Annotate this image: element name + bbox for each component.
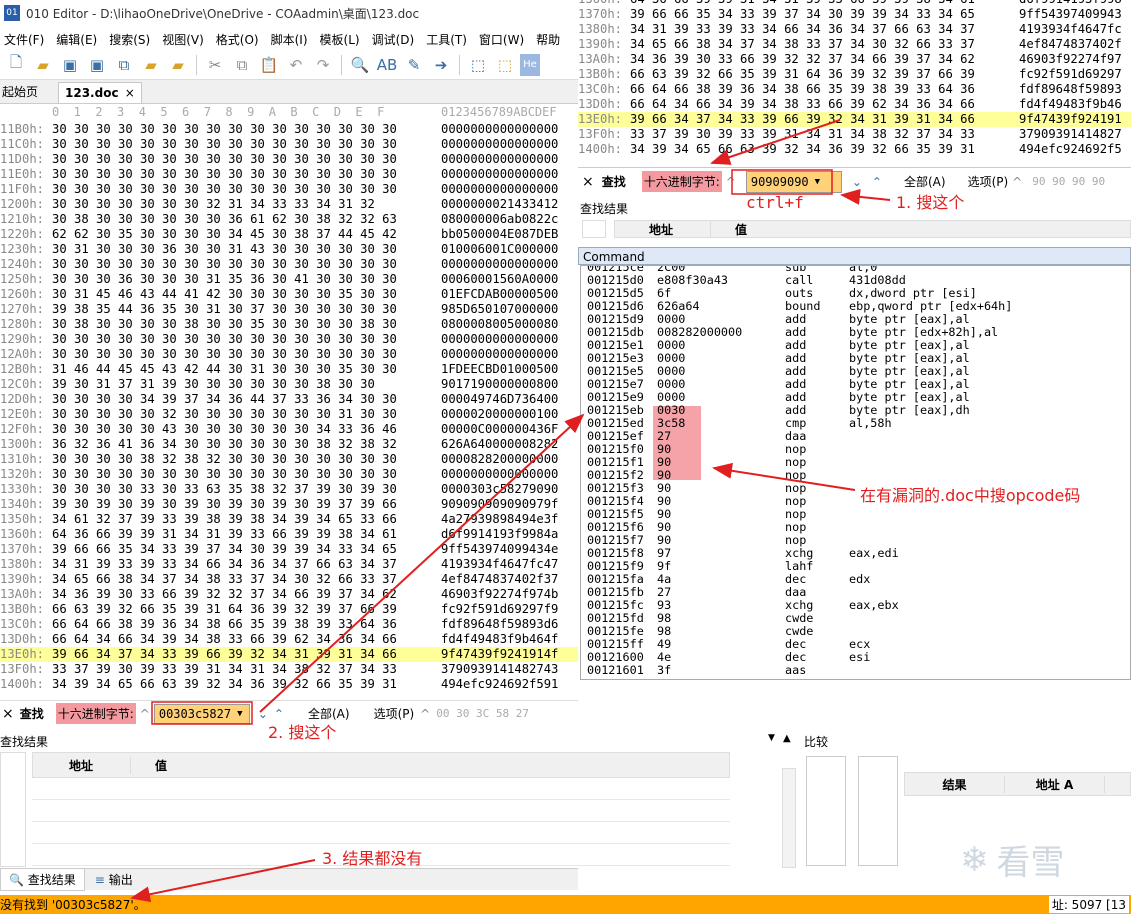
arrow-to-find1: [840, 188, 891, 205]
find1-red-box: [731, 169, 833, 195]
annotation-step3: 3. 结果都没有: [322, 849, 423, 868]
find2-red-box: [151, 701, 253, 725]
arrow-to-status: [130, 859, 316, 903]
annotation-search-opcode: 在有漏洞的.doc中搜opcode码: [860, 486, 1081, 505]
annotation-arrows: [130, 119, 891, 903]
annotation-ctrlf: ctrl+f: [746, 193, 804, 212]
arrow-to-menu: [710, 119, 841, 165]
arrow-to-cmd-highlight: [259, 413, 585, 713]
annotation-step1: 1. 搜这个: [896, 193, 965, 212]
annotation-step2: 2. 搜这个: [268, 723, 337, 742]
arrow-to-nops: [712, 462, 856, 491]
